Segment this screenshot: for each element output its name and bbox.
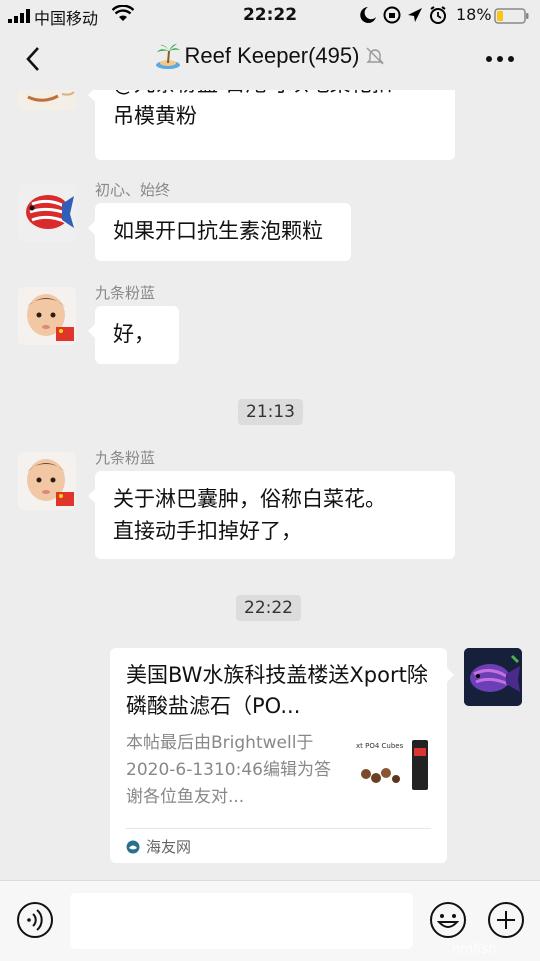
link-source: 海友网 [126, 836, 191, 857]
bell-off-icon [366, 47, 385, 65]
message-text: 吊模黄粉 [113, 104, 197, 128]
battery-percent: 18% [456, 5, 492, 24]
watermark-text: nmfish [452, 942, 497, 957]
message-text: 好， [113, 322, 155, 346]
emoji-icon[interactable] [429, 901, 467, 939]
more-dots-icon[interactable] [480, 44, 520, 74]
chat-title: Reef Keeper(495) [0, 42, 540, 70]
message-text: 直接动手扣掉好了， [113, 519, 302, 543]
alarm-icon [430, 6, 446, 24]
sender-name: 九条粉蓝 [95, 284, 156, 302]
link-thumbnail: xt PO4 Cubes [354, 738, 432, 794]
island-icon [155, 44, 180, 70]
message-list[interactable]: @九条粉蓝 日尾可以吧菜花扣 吊模黄粉 初心、始终 如果开口抗生素泡颗粒 九条粉… [0, 90, 540, 880]
red-fish-avatar[interactable] [18, 184, 76, 242]
message-bubble[interactable]: 关于淋巴囊肿，俗称白菜花。 直接动手扣掉好了， [88, 471, 455, 559]
link-title: 美国BW水族科技盖楼送Xport除磷酸盐滤石（PO... [126, 663, 428, 718]
location-icon [408, 8, 422, 22]
chat-title-text: Reef Keeper(495) [184, 43, 360, 69]
link-divider [126, 828, 431, 829]
fish-avatar[interactable] [18, 90, 76, 110]
timestamp-chip: 21:13 [238, 399, 303, 425]
battery-icon [494, 8, 529, 24]
voice-icon[interactable] [16, 901, 54, 939]
message-text: 关于淋巴囊肿，俗称白菜花。 [113, 487, 386, 511]
link-card[interactable]: 美国BW水族科技盖楼送Xport除磷酸盐滤石（PO... 本帖最后由Bright… [110, 648, 454, 863]
message-text: 如果开口抗生素泡颗粒 [113, 219, 323, 243]
plus-icon[interactable] [487, 901, 525, 939]
timestamp-chip: 22:22 [236, 595, 301, 621]
purple-fish-avatar[interactable] [464, 648, 522, 706]
message-bubble[interactable]: 好， [88, 306, 179, 364]
message-bubble[interactable]: 如果开口抗生素泡颗粒 [88, 203, 351, 261]
moon-icon [360, 7, 376, 23]
sender-name: 九条粉蓝 [95, 449, 156, 467]
rotation-lock-icon [383, 6, 401, 24]
message-bubble[interactable]: @九条粉蓝 日尾可以吧菜花扣 吊模黄粉 [88, 90, 455, 160]
message-text: @九条粉蓝 日尾可以吧菜花扣 [113, 90, 437, 100]
baby-avatar[interactable] [18, 287, 76, 345]
chat-header: Reef Keeper(495) [0, 30, 540, 90]
link-description: 本帖最后由Brightwell于2020-6-1310:46编辑为答谢各位鱼友对… [126, 733, 331, 807]
sender-name: 初心、始终 [95, 181, 171, 199]
status-bar: 中国移动 22:22 18% [0, 0, 540, 30]
message-input[interactable] [70, 893, 413, 949]
baby-avatar[interactable] [18, 452, 76, 510]
thumb-label: xt PO4 Cubes [356, 742, 404, 750]
status-icons [360, 6, 446, 24]
site-logo-icon [126, 840, 140, 854]
link-source-label: 海友网 [146, 838, 192, 856]
